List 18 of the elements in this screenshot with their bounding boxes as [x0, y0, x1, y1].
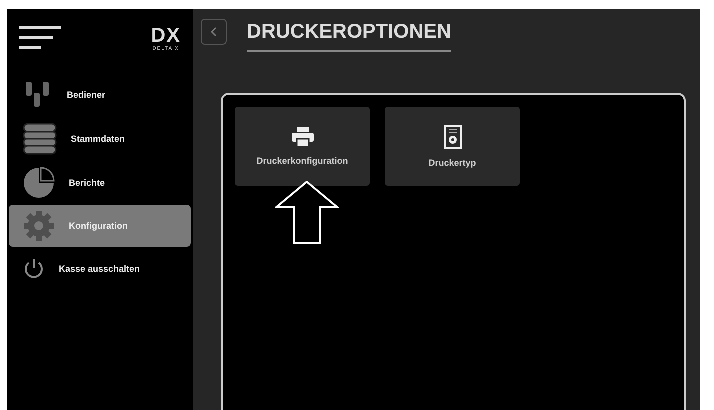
- power-icon: [23, 258, 45, 280]
- page-title: DRUCKEROPTIONEN: [247, 21, 452, 52]
- pie-chart-icon: [23, 167, 55, 199]
- menu-icon[interactable]: [19, 26, 61, 52]
- document-gear-icon: [444, 125, 462, 149]
- sidebar-item[interactable]: Bediener: [9, 73, 191, 117]
- gear-icon: [23, 210, 55, 242]
- sidebar-item[interactable]: Konfiguration: [9, 205, 191, 247]
- sidebar-item[interactable]: Stammdaten: [9, 117, 191, 161]
- option-tile[interactable]: Druckertyp: [385, 107, 520, 186]
- option-tile[interactable]: Druckerkonfiguration: [235, 107, 370, 186]
- logo-mark: DX: [151, 26, 181, 46]
- database-icon: [23, 122, 57, 156]
- pointer-arrow: [275, 181, 339, 245]
- sidebar-item[interactable]: Berichte: [9, 161, 191, 205]
- printer-icon: [292, 127, 314, 147]
- sidebar-item[interactable]: Kasse ausschalten: [9, 247, 191, 291]
- chevron-left-icon: [210, 27, 218, 37]
